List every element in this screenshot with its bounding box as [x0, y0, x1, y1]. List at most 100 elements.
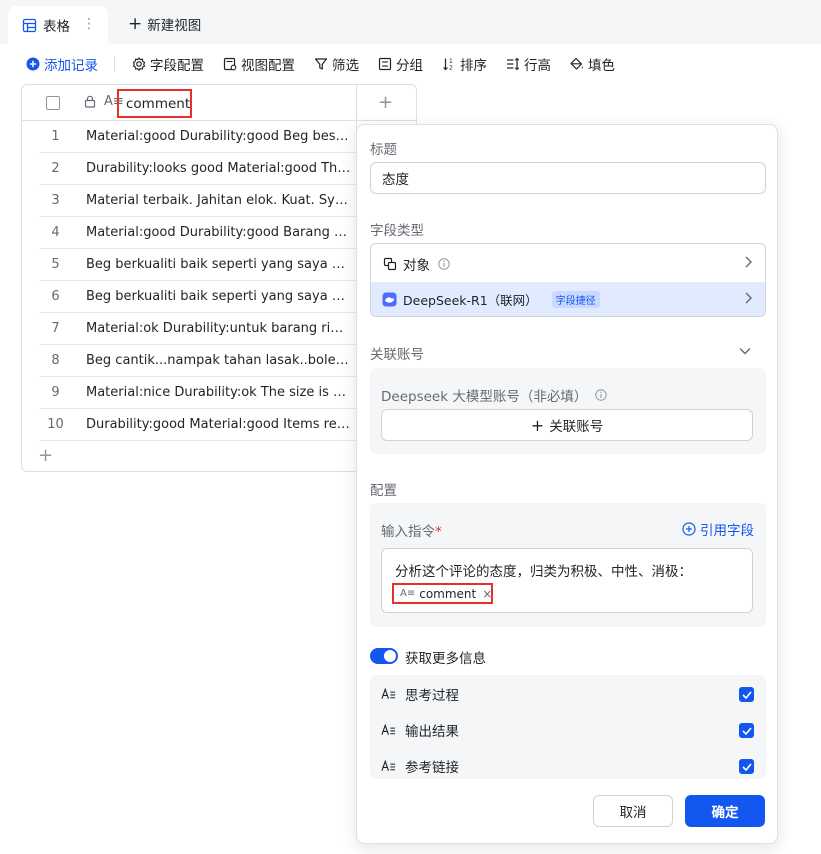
paint-bucket-icon: [569, 57, 584, 72]
plus-icon: +: [530, 415, 545, 435]
toolbar-divider: [114, 56, 115, 72]
table-row[interactable]: 6 Beg berkualiti baik seperti yang saya n…: [39, 281, 356, 313]
input-instruction-text: 输入指令: [381, 524, 435, 540]
more-info-label: 获取更多信息: [405, 651, 486, 667]
more-info-toggle[interactable]: [370, 648, 398, 664]
text-field-icon: [381, 759, 396, 774]
comment-cell[interactable]: Material:good Durability:good Barang se.…: [86, 225, 351, 240]
title-label: 标题: [370, 142, 397, 158]
new-view-button[interactable]: + 新建视图: [128, 14, 201, 34]
filter-icon: [313, 57, 328, 72]
comment-cell[interactable]: Material terbaik. Jahitan elok. Kuat. Sy…: [86, 193, 351, 208]
deepseek-label: DeepSeek-R1（联网）: [403, 293, 538, 308]
group-icon: [377, 57, 392, 72]
option-label: 输出结果: [405, 724, 459, 740]
account-field-label: Deepseek 大模型账号（非必填）: [381, 385, 608, 405]
deepseek-logo-icon: [382, 292, 397, 307]
option-label: 参考链接: [405, 760, 459, 776]
add-row-icon[interactable]: +: [38, 445, 53, 466]
row-height-button[interactable]: 行高: [505, 54, 551, 74]
group-label: 分组: [396, 58, 423, 74]
cancel-button[interactable]: 取消: [593, 795, 673, 827]
text-type-icon: A≡: [400, 588, 416, 599]
option-output-result[interactable]: 输出结果: [370, 712, 766, 748]
row-index: 4: [51, 225, 60, 240]
table-row[interactable]: 3 Material terbaik. Jahitan elok. Kuat. S…: [39, 185, 356, 217]
config-label: 配置: [370, 483, 397, 499]
row-index: 5: [51, 257, 60, 272]
add-circle-outline-icon: [681, 522, 696, 537]
comment-cell[interactable]: Material:nice Durability:ok The size is …: [86, 385, 351, 400]
reference-field-button[interactable]: 引用字段: [681, 519, 754, 539]
add-record-label: 添加记录: [44, 58, 98, 74]
toolbar: 添加记录 字段配置 视图配置 筛选 分组 12 排序 行高 填色: [0, 44, 821, 84]
filter-button[interactable]: 筛选: [313, 54, 359, 74]
field-config-panel: 标题 态度 字段类型 对象 DeepSeek-R1（联网） 字段捷径 关联账号 …: [356, 124, 778, 844]
comment-cell[interactable]: Material:ok Durability:untuk barang ring…: [86, 321, 351, 336]
prompt-text: 分析这个评论的态度，归类为积极、中性、消极：: [395, 564, 692, 580]
row-index: 7: [51, 321, 60, 336]
option-label: 思考过程: [405, 688, 459, 704]
more-icon[interactable]: ⋮: [82, 16, 96, 32]
comment-cell[interactable]: Beg berkualiti baik seperti yang saya na…: [86, 257, 351, 272]
view-config-button[interactable]: 视图配置: [222, 54, 295, 74]
table-row[interactable]: 10 Durability:good Material:good Items re…: [39, 409, 356, 441]
field-config-button[interactable]: 字段配置: [131, 54, 204, 74]
table-row[interactable]: 1 Material:good Durability:good Beg besar…: [39, 121, 356, 153]
table-icon: [22, 18, 37, 33]
select-all-checkbox[interactable]: [46, 96, 60, 110]
chevron-down-icon[interactable]: [738, 344, 752, 360]
comment-cell[interactable]: Material:good Durability:good Beg besar.…: [86, 129, 351, 144]
table-row[interactable]: 8 Beg cantik...nampak tahan lasak..boleh …: [39, 345, 356, 377]
plus-icon: +: [128, 14, 143, 34]
table-row[interactable]: 5 Beg berkualiti baik seperti yang saya n…: [39, 249, 356, 281]
row-index: 2: [51, 161, 60, 176]
sort-button[interactable]: 12 排序: [441, 54, 487, 74]
add-record-button[interactable]: 添加记录: [25, 54, 98, 74]
more-info-options: 思考过程 输出结果 参考链接: [370, 675, 766, 779]
field-type-label: 字段类型: [370, 223, 424, 239]
column-header-comment[interactable]: comment: [117, 89, 192, 118]
chevron-right-icon: [743, 255, 753, 273]
link-account-label: 关联账号: [549, 419, 604, 435]
row-index: 6: [51, 289, 60, 304]
add-column-icon[interactable]: +: [378, 92, 393, 113]
view-tab-bar: 表格 ⋮ + 新建视图: [0, 0, 821, 44]
field-type-selector: 对象 DeepSeek-R1（联网） 字段捷径: [370, 243, 766, 317]
comment-cell[interactable]: Durability:good Material:good Items rec.…: [86, 417, 351, 432]
field-reference-chip[interactable]: A≡ comment ×: [392, 583, 493, 604]
shortcut-badge: 字段捷径: [551, 291, 600, 308]
filter-label: 筛选: [332, 58, 359, 74]
table-row[interactable]: 4 Material:good Durability:good Barang se…: [39, 217, 356, 249]
fill-color-button[interactable]: 填色: [569, 54, 615, 74]
confirm-button[interactable]: 确定: [685, 795, 765, 827]
field-type-deepseek[interactable]: DeepSeek-R1（联网） 字段捷径: [371, 282, 765, 316]
lock-icon: [84, 95, 96, 112]
table-row[interactable]: 9 Material:nice Durability:ok The size is…: [39, 377, 356, 409]
view-settings-icon: [222, 57, 237, 72]
new-view-label: 新建视图: [147, 18, 202, 34]
group-button[interactable]: 分组: [377, 54, 423, 74]
prompt-input[interactable]: 分析这个评论的态度，归类为积极、中性、消极： A≡ comment ×: [381, 548, 753, 613]
checkbox-checked-icon[interactable]: [739, 687, 754, 702]
option-reference-links[interactable]: 参考链接: [370, 748, 766, 779]
close-icon[interactable]: ×: [482, 587, 492, 601]
comment-cell[interactable]: Durability:looks good Material:good The …: [86, 161, 351, 176]
title-input[interactable]: 态度: [370, 162, 766, 194]
checkbox-checked-icon[interactable]: [739, 759, 754, 774]
sort-label: 排序: [460, 58, 487, 74]
comment-cell[interactable]: Beg cantik...nampak tahan lasak..boleh l…: [86, 353, 351, 368]
tab-label: 表格: [43, 19, 70, 35]
checkbox-checked-icon[interactable]: [739, 723, 754, 738]
chevron-right-icon: [743, 291, 753, 309]
table-row[interactable]: 7 Material:ok Durability:untuk barang rin…: [39, 313, 356, 345]
field-type-object[interactable]: 对象: [371, 246, 765, 282]
link-account-button[interactable]: + 关联账号: [381, 409, 753, 441]
table-row[interactable]: 2 Durability:looks good Material:good The…: [39, 153, 356, 185]
row-index: 3: [51, 193, 60, 208]
sort-icon: 12: [441, 57, 456, 72]
row-index: 1: [51, 129, 60, 144]
text-field-icon: [381, 687, 396, 702]
option-thinking-process[interactable]: 思考过程: [370, 676, 766, 712]
comment-cell[interactable]: Beg berkualiti baik seperti yang saya na…: [86, 289, 351, 304]
